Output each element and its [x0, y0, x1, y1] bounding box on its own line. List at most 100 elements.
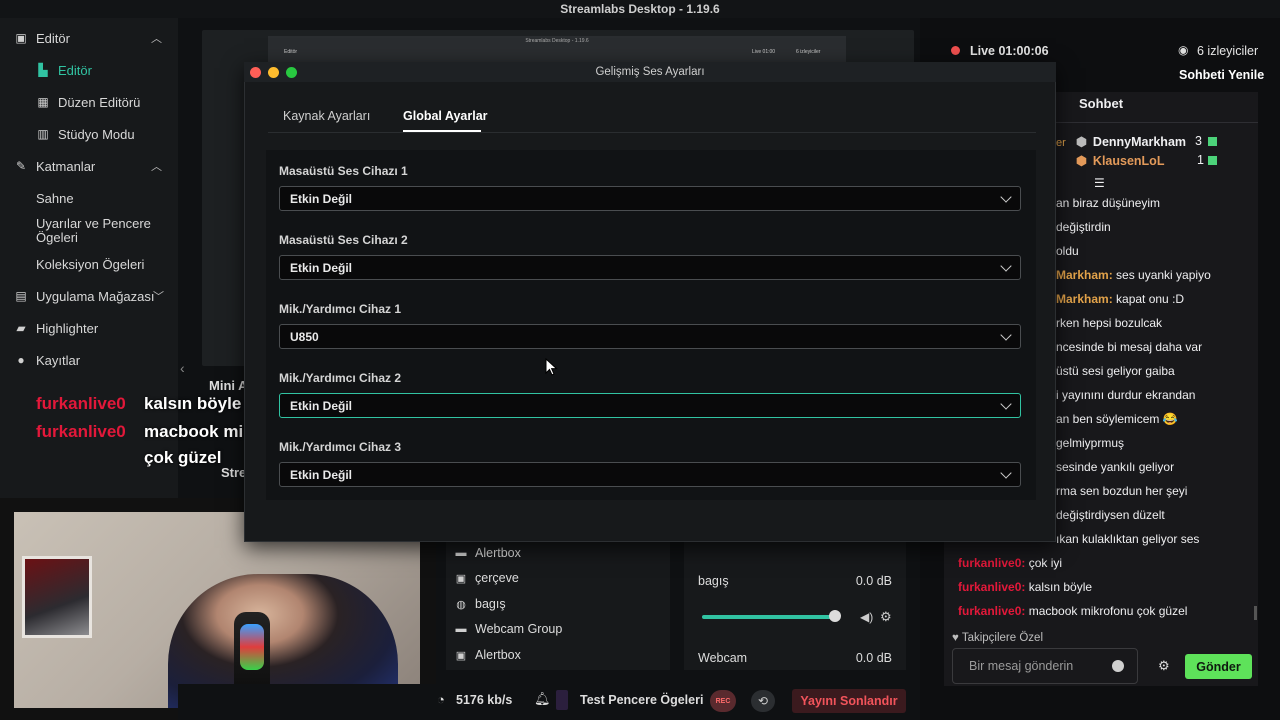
mouse-cursor-icon	[545, 358, 558, 376]
volume-slider-track[interactable]	[702, 615, 836, 619]
minimize-icon[interactable]	[268, 67, 279, 78]
collapse-left-icon[interactable]: ‹	[180, 360, 185, 376]
chat-input[interactable]: Bir mesaj gönderin	[952, 648, 1138, 684]
layers-icon: ✎	[15, 159, 27, 173]
follow-only-label: ♥ Takipçilere Özel	[952, 632, 1043, 644]
sidebar-item-layers[interactable]: ✎ Katmanlar ︿	[0, 152, 178, 180]
chat-text: an biraz düşüneyim	[1056, 196, 1161, 210]
leaderboard-row[interactable]: ⬢ DennyMarkham	[1076, 134, 1186, 150]
chat-message: ncesinde bi mesaj daha var	[1056, 340, 1202, 354]
dialog-title: Gelişmiş Ses Ayarları	[244, 62, 1056, 82]
sidebar-item-recordings[interactable]: ● Kayıtlar	[0, 346, 178, 374]
bitrate-icon: ◔	[437, 692, 445, 707]
chat-scrollbar[interactable]	[1254, 606, 1257, 620]
emoji-icon[interactable]	[1112, 660, 1124, 672]
bell-icon[interactable]: 🔔︎	[534, 691, 551, 707]
sidebar-item-label: Stüdyo Modu	[58, 126, 135, 142]
chat-username[interactable]: furkanlive0:	[958, 580, 1025, 594]
chat-message: an ben söylemicem 😂	[1056, 412, 1178, 426]
leaderboard-count: 3	[1195, 134, 1202, 148]
source-item[interactable]: ▬ Webcam Group	[454, 617, 563, 641]
live-timer: Live 01:00:06	[970, 44, 1049, 58]
rank-icon: ⬢	[1076, 154, 1087, 168]
maximize-icon[interactable]	[286, 67, 297, 78]
chat-username[interactable]: Markham:	[1056, 292, 1113, 306]
chat-username[interactable]: furkanlive0:	[958, 604, 1025, 618]
replay-buffer-icon[interactable]: ⟲	[751, 690, 775, 712]
mixer-level: 0.0 dB	[855, 651, 892, 665]
chat-text: rma sen bozdun her şeyi	[1056, 484, 1188, 498]
sidebar-item-collection[interactable]: Koleksiyon Ögeleri	[0, 250, 178, 278]
tab-source-settings[interactable]: Kaynak Ayarları	[283, 109, 370, 123]
chevron-up-icon[interactable]: ︿	[151, 158, 162, 174]
sidebar-item-scene[interactable]: Sahne	[0, 184, 178, 212]
chevron-down-icon[interactable]: ﹀	[153, 288, 164, 304]
select-value: Etkin Değil	[290, 191, 353, 206]
mic-aux-3-select[interactable]: Etkin Değil	[279, 462, 1021, 487]
sidebar-item-app-store[interactable]: ▤ Uygulama Mağazası ﹀	[0, 282, 178, 310]
sidebar-item-highlighter[interactable]: ▰ Highlighter	[0, 314, 178, 342]
source-label: çerçeve	[475, 571, 519, 585]
leaderboard-row[interactable]: ⬢ KlausenLoL	[1076, 153, 1164, 169]
source-item[interactable]: ◍ bagış	[454, 592, 505, 616]
desktop-audio-1-select[interactable]: Etkin Değil	[279, 186, 1021, 211]
divider	[268, 132, 1036, 133]
editor-icon: ▣	[15, 31, 27, 45]
test-widgets-button[interactable]: Test Pencere Ögeleri	[580, 693, 703, 707]
folder-icon: ▬	[455, 623, 467, 635]
sidebar-item-label: Koleksiyon Ögeleri	[36, 256, 145, 272]
gear-icon[interactable]: ⚙	[1158, 658, 1170, 674]
source-item[interactable]: ▬ Alertbox	[454, 541, 521, 565]
chat-text: kalsın böyle	[1025, 580, 1093, 594]
nested-live-label: Live 01:00	[752, 49, 776, 55]
chat-text: değiştirdiysen düzelt	[1056, 508, 1165, 522]
chat-username[interactable]: furkanlive0:	[958, 556, 1025, 570]
mic-aux-1-select[interactable]: U850	[279, 324, 1021, 349]
wall-poster	[22, 556, 92, 638]
chat-text: ses uyanki yapiyo	[1112, 268, 1211, 282]
window-title: Streamlabs Desktop - 1.19.6	[0, 0, 1280, 18]
chat-text: değiştirdin	[1056, 220, 1111, 234]
chevron-down-icon	[1000, 260, 1012, 272]
field-label: Masaüstü Ses Cihazı 1	[279, 164, 408, 178]
chat-username[interactable]: Markham:	[1056, 268, 1113, 282]
sidebar-item-label: Sahne	[36, 190, 74, 206]
sidebar-item-layout-editor[interactable]: ▦ Düzen Editörü	[0, 88, 178, 116]
source-label: Webcam Group	[475, 622, 563, 636]
chat-message: Markham: kapat onu :D	[1056, 292, 1184, 306]
collapse-icon[interactable]: ☰	[1094, 176, 1105, 190]
desktop-audio-2-select[interactable]: Etkin Değil	[279, 255, 1021, 280]
chat-text: çok iyi	[1025, 556, 1063, 570]
overlay-chat-user: furkanlive0	[36, 422, 126, 441]
send-button[interactable]: Gönder	[1185, 654, 1252, 679]
tab-global-settings[interactable]: Global Ayarlar	[403, 109, 488, 123]
chat-text: oldu	[1056, 244, 1079, 258]
chat-message: değiştirdin	[1056, 220, 1111, 234]
volume-slider-knob[interactable]	[829, 610, 841, 622]
record-button[interactable]: REC	[710, 690, 736, 712]
source-item[interactable]: ▣ Alertbox	[454, 643, 521, 667]
source-item[interactable]: ▣ çerçeve	[454, 566, 519, 590]
sidebar-item-editor[interactable]: ▣ Editör ︿	[0, 24, 178, 52]
sidebar-item-studio-mode[interactable]: ▥ Stüdyo Modu	[0, 120, 178, 148]
badge-icon	[1208, 156, 1217, 165]
close-icon[interactable]	[250, 67, 261, 78]
grid-icon: ▦	[37, 95, 49, 109]
chat-message: ıkan kulaklıktan geliyor ses	[1056, 532, 1199, 546]
live-indicator	[951, 46, 960, 55]
chat-cut-text: er	[1056, 137, 1066, 149]
mic-aux-2-select[interactable]: Etkin Değil	[279, 393, 1021, 418]
source-label: Alertbox	[475, 648, 521, 662]
chat-message: furkanlive0: çok iyi	[958, 556, 1062, 570]
gear-icon[interactable]: ⚙	[880, 609, 892, 625]
sidebar-item-alerts-widgets[interactable]: Uyarılar ve Pencere Ögeleri	[0, 214, 170, 248]
chat-message: Markham: ses uyanki yapiyo	[1056, 268, 1211, 282]
chat-message: rken hepsi bozulcak	[1056, 316, 1162, 330]
chevron-up-icon[interactable]: ︿	[151, 30, 162, 46]
volume-icon[interactable]: ◀)	[860, 610, 873, 624]
end-stream-button[interactable]: Yayını Sonlandır	[792, 689, 906, 713]
chat-text: sesinde yankılı geliyor	[1056, 460, 1175, 474]
refresh-chat-button[interactable]: Sohbeti Yenile	[1179, 68, 1264, 82]
sidebar-item-editor-sub[interactable]: ▙ Editör	[0, 56, 178, 84]
sidebar-item-label: Katmanlar	[36, 158, 96, 174]
